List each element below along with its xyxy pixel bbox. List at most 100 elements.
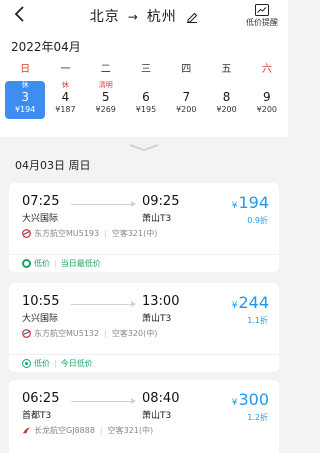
day-tag: 休: [61, 81, 69, 89]
route-line: [71, 398, 136, 404]
day-number: 6: [142, 90, 150, 104]
promo-text: 当日最低价: [60, 259, 101, 268]
discount-label: 1.1折: [247, 316, 268, 325]
flight-price: ¥300: [232, 390, 269, 409]
flight-card[interactable]: 10:55 13:00 大兴国际 萧山T3 ¥244 1.1折 东方航空MU51…: [9, 283, 279, 372]
price-value: 244: [238, 293, 269, 312]
separator: |: [104, 329, 107, 338]
airline-flight-number: 东方航空MU5132: [34, 329, 100, 338]
day-price: ¥269: [95, 105, 116, 114]
airline-info: 长龙航空GJ8888 | 空客321(中): [22, 425, 153, 436]
day-number: 5: [101, 90, 110, 104]
day-cell[interactable]: 8 ¥200: [206, 81, 246, 119]
departure-time: 07:25: [22, 194, 60, 209]
weekday-label: 三: [140, 64, 151, 75]
day-tag: [166, 81, 206, 90]
weekday-label: 四: [181, 64, 192, 75]
day-cell[interactable]: 清明 5 ¥269: [86, 81, 126, 119]
price-value: 194: [238, 193, 269, 212]
promo-tag: 低价: [34, 359, 50, 368]
airline-flight-number: 长龙航空GJ8888: [34, 426, 95, 435]
flight-price: ¥244: [232, 293, 269, 312]
airline-info: 东方航空MU5193 | 空客321(中): [22, 228, 157, 239]
day-row: 休 3 ¥194 休 4 ¥187 清明 5 ¥269 6 ¥195 7 ¥20…: [5, 81, 287, 119]
airline-logo-icon: [22, 329, 31, 338]
day-number: 8: [222, 90, 231, 104]
currency-symbol: ¥: [231, 301, 238, 311]
price-alert-button[interactable]: 低价提醒: [242, 4, 282, 28]
origin-city: 北京: [89, 9, 120, 25]
top-bar: 北京 → 杭州 低价提醒: [0, 0, 288, 33]
weekday-row: 日 一 二 三 四 五 六: [5, 60, 287, 75]
departure-airport: 大兴国际: [22, 314, 59, 324]
currency-symbol: ¥: [231, 398, 238, 408]
discount-label: 1.2折: [247, 413, 268, 422]
price-value: 300: [238, 390, 269, 409]
day-number: 4: [61, 90, 70, 104]
departure-airport: 大兴国际: [22, 214, 59, 224]
day-tag: [206, 81, 246, 90]
arrival-airport: 萧山T3: [142, 314, 172, 324]
price-alert-label: 低价提醒: [246, 18, 278, 27]
selected-date-header: 04月03日 周日: [15, 159, 91, 172]
separator: |: [99, 426, 103, 435]
flight-price: ¥194: [232, 193, 269, 212]
arrival-airport: 萧山T3: [142, 411, 172, 421]
day-price: ¥194: [14, 105, 36, 114]
weekday-label: 五: [221, 64, 232, 75]
day-price: ¥187: [55, 105, 76, 114]
day-price: ¥195: [135, 105, 157, 114]
weekday-label: 日: [20, 64, 31, 75]
airline-logo-icon: [22, 229, 31, 238]
edit-icon[interactable]: [186, 11, 198, 23]
promo-tag: 低价: [34, 259, 50, 268]
airline-info: 东方航空MU5132 | 空客320(中): [22, 328, 157, 339]
day-number: 7: [182, 90, 191, 104]
low-price-icon: [22, 359, 31, 368]
day-price: ¥200: [216, 105, 237, 114]
day-cell[interactable]: 9 ¥200: [247, 81, 287, 119]
route-arrow: →: [127, 10, 139, 24]
calendar-expand-handle[interactable]: [0, 137, 288, 151]
airline-flight-number: 东方航空MU5193: [34, 229, 100, 238]
promo-strip: 低价 | 今日低价: [9, 354, 279, 372]
low-price-icon: [22, 259, 31, 268]
aircraft-type: 空客320(中): [111, 329, 158, 338]
departure-time: 06:25: [22, 391, 60, 406]
day-cell[interactable]: 休 4 ¥187: [45, 81, 85, 119]
aircraft-type: 空客321(中): [107, 426, 154, 435]
flight-card[interactable]: 06:25 08:40 首都T3 萧山T3 ¥300 1.2折 长龙航空GJ88…: [9, 380, 279, 453]
weekday-label: 六: [261, 64, 272, 75]
day-cell[interactable]: 6 ¥195: [126, 81, 166, 119]
departure-airport: 首都T3: [22, 411, 52, 421]
destination-city: 杭州: [146, 9, 177, 25]
aircraft-type: 空客321(中): [111, 229, 158, 238]
arrival-airport: 萧山T3: [142, 214, 172, 224]
day-price: ¥200: [176, 105, 197, 114]
separator: |: [104, 229, 107, 238]
arrival-time: 13:00: [142, 294, 180, 309]
route-line: [71, 301, 136, 307]
day-tag: [126, 81, 166, 90]
departure-time: 10:55: [22, 294, 60, 309]
day-tag: [247, 81, 287, 90]
weekday-label: 二: [100, 64, 111, 75]
day-number: 9: [263, 90, 271, 104]
trend-chart-icon: [255, 4, 269, 16]
separator: |: [54, 359, 57, 368]
separator: |: [54, 259, 57, 268]
day-tag: 休: [21, 81, 29, 89]
day-tag: 清明: [98, 81, 113, 89]
arrival-time: 08:40: [142, 391, 180, 406]
flight-card[interactable]: 07:25 09:25 大兴国际 萧山T3 ¥194 0.9折 东方航空MU51…: [9, 183, 279, 272]
route-line: [71, 201, 136, 207]
arrival-time: 09:25: [142, 194, 180, 209]
day-cell-selected[interactable]: 休 3 ¥194: [5, 81, 46, 119]
calendar-month: 2022年04月: [11, 40, 81, 54]
promo-text: 今日低价: [60, 359, 93, 368]
day-cell[interactable]: 7 ¥200: [166, 81, 206, 119]
promo-strip: 低价 | 当日最低价: [9, 254, 279, 272]
chevron-down-icon: [129, 144, 159, 151]
discount-label: 0.9折: [247, 216, 268, 225]
date-calendar: 2022年04月 日 一 二 三 四 五 六 休 3 ¥194 休 4 ¥187…: [0, 33, 288, 137]
